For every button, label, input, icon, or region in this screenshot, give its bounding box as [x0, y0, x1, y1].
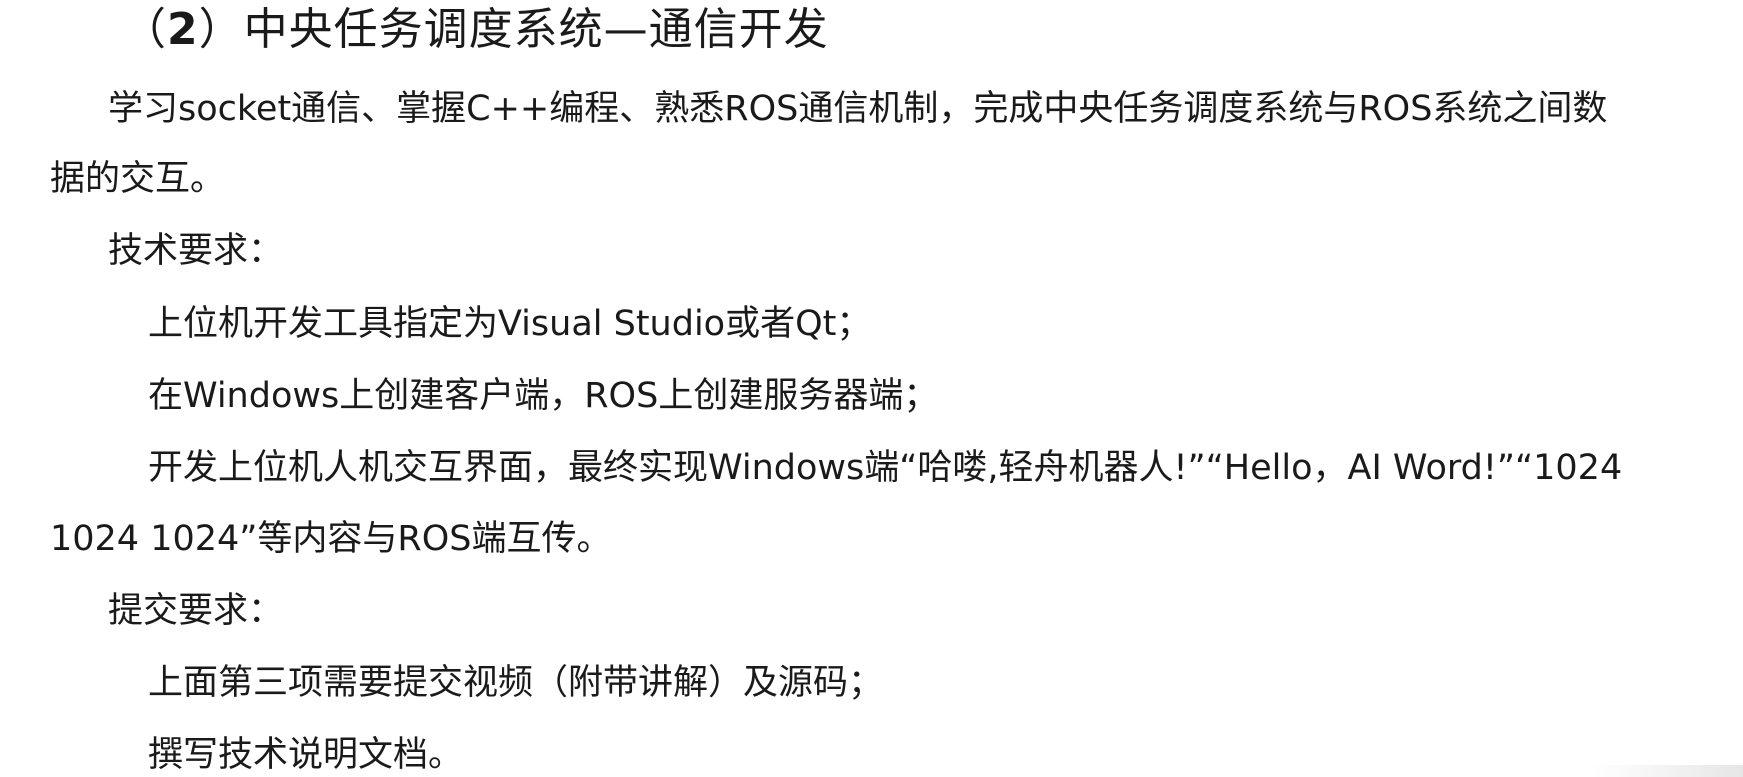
- title-prefix: （: [122, 4, 167, 55]
- intro-paragraph-line-1: 学习socket通信、掌握C++编程、熟悉ROS通信机制，完成中央任务调度系统与…: [108, 89, 1608, 129]
- submission-requirements-heading: 提交要求：: [108, 591, 284, 631]
- corner-shadow: [1593, 765, 1743, 777]
- tech-requirement-item-3-line-2: 1024 1024”等内容与ROS端互传。: [50, 519, 612, 559]
- tech-requirement-item-2: 在Windows上创建客户端，ROS上创建服务器端；: [148, 376, 939, 416]
- submission-requirement-item-1: 上面第三项需要提交视频（附带讲解）及源码；: [148, 663, 884, 703]
- intro-paragraph-line-2: 据的交互。: [50, 159, 226, 199]
- tech-requirement-item-1: 上位机开发工具指定为Visual Studio或者Qt；: [148, 304, 872, 344]
- tech-requirement-item-3-line-1: 开发上位机人机交互界面，最终实现Windows端“哈喽,轻舟机器人!”“Hell…: [148, 448, 1623, 488]
- document-page: （2）中央任务调度系统—通信开发 学习socket通信、掌握C++编程、熟悉RO…: [0, 0, 1743, 777]
- section-title: （2）中央任务调度系统—通信开发: [122, 8, 829, 52]
- title-number: 2: [167, 4, 199, 55]
- title-text: ）中央任务调度系统—通信开发: [198, 4, 829, 55]
- tech-requirements-heading: 技术要求：: [108, 231, 284, 271]
- submission-requirement-item-2: 撰写技术说明文档。: [148, 735, 464, 775]
